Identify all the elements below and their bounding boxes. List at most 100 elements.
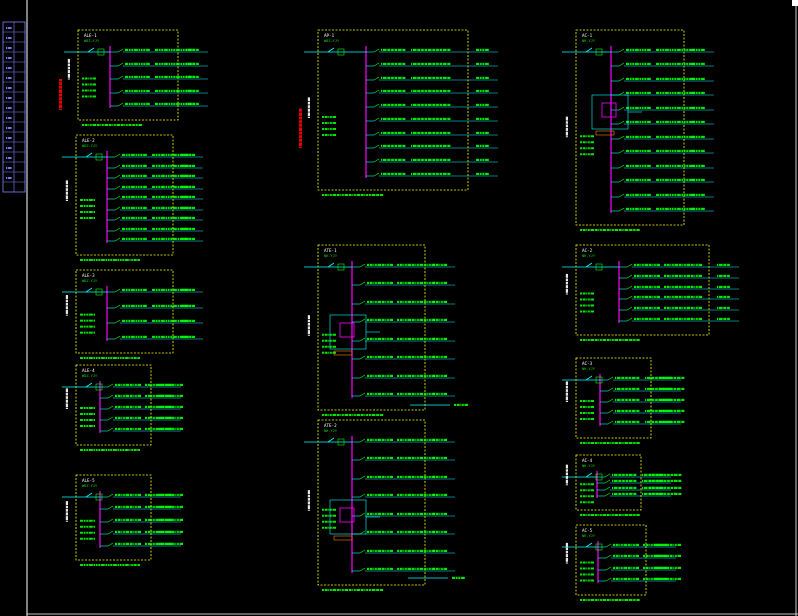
glyph bbox=[65, 310, 68, 314]
glyph bbox=[191, 304, 195, 307]
glyph bbox=[399, 512, 403, 515]
glyph bbox=[441, 456, 443, 459]
glyph bbox=[59, 79, 62, 82]
glyph bbox=[186, 102, 187, 105]
glyph bbox=[125, 427, 129, 430]
glyph bbox=[615, 577, 619, 580]
glyph bbox=[324, 351, 328, 354]
glyph bbox=[669, 48, 671, 51]
glyph bbox=[665, 376, 668, 379]
glyph bbox=[634, 306, 636, 309]
glyph bbox=[6, 117, 7, 119]
glyph bbox=[674, 48, 677, 51]
glyph bbox=[332, 589, 336, 591]
glyph bbox=[698, 178, 701, 181]
glyph bbox=[594, 442, 598, 444]
glyph bbox=[636, 339, 640, 341]
glyph bbox=[140, 102, 143, 105]
glyph bbox=[565, 389, 568, 392]
glyph bbox=[586, 412, 588, 414]
panel-parameter bbox=[80, 199, 95, 201]
glyph bbox=[622, 514, 624, 516]
glyph bbox=[618, 599, 622, 601]
glyph bbox=[439, 281, 441, 284]
glyph bbox=[191, 288, 195, 291]
glyph bbox=[171, 505, 175, 508]
glyph bbox=[376, 194, 380, 196]
glyph bbox=[439, 62, 442, 65]
glyph bbox=[635, 164, 639, 167]
glyph bbox=[429, 300, 431, 303]
glyph bbox=[633, 473, 637, 476]
glyph bbox=[476, 62, 479, 65]
glyph bbox=[65, 516, 68, 521]
glyph bbox=[122, 288, 125, 291]
glyph bbox=[580, 489, 582, 492]
glyph bbox=[565, 469, 568, 472]
glyph bbox=[656, 91, 659, 94]
glyph bbox=[122, 259, 125, 261]
glyph bbox=[328, 520, 330, 523]
glyph bbox=[417, 493, 419, 496]
glyph bbox=[443, 567, 447, 570]
glyph bbox=[375, 567, 377, 570]
glyph bbox=[429, 456, 431, 459]
glyph bbox=[377, 549, 381, 552]
glyph bbox=[147, 394, 151, 397]
glyph bbox=[376, 589, 380, 591]
glyph bbox=[664, 274, 666, 277]
glyph bbox=[135, 227, 137, 230]
glyph bbox=[143, 237, 147, 240]
glyph bbox=[117, 518, 121, 521]
glyph bbox=[83, 325, 86, 328]
glyph bbox=[636, 285, 640, 288]
glyph bbox=[673, 479, 678, 482]
glyph bbox=[332, 414, 336, 416]
incoming-tag-vertical bbox=[67, 58, 70, 80]
glyph bbox=[382, 172, 387, 175]
glyph bbox=[180, 62, 182, 65]
glyph bbox=[176, 48, 180, 51]
glyph bbox=[442, 103, 447, 106]
glyph bbox=[443, 493, 447, 496]
glyph bbox=[435, 355, 439, 358]
glyph bbox=[427, 144, 432, 147]
glyph bbox=[330, 134, 332, 136]
glyph bbox=[385, 530, 387, 533]
glyph bbox=[165, 493, 169, 496]
glyph bbox=[377, 281, 381, 284]
glyph bbox=[657, 479, 659, 482]
glyph bbox=[179, 427, 183, 430]
glyph bbox=[678, 479, 682, 482]
glyph bbox=[636, 442, 640, 444]
glyph bbox=[86, 331, 89, 334]
glyph bbox=[586, 310, 588, 313]
glyph bbox=[143, 153, 147, 156]
glyph bbox=[647, 62, 651, 65]
glyph bbox=[659, 420, 662, 423]
glyph bbox=[565, 127, 568, 131]
glyph bbox=[626, 106, 629, 109]
glyph bbox=[89, 425, 93, 427]
glyph bbox=[405, 475, 407, 478]
glyph bbox=[485, 103, 489, 106]
glyph bbox=[177, 493, 179, 496]
glyph bbox=[668, 420, 672, 423]
glyph bbox=[397, 493, 399, 496]
glyph bbox=[125, 174, 128, 177]
circuit-usage bbox=[717, 317, 730, 320]
glyph bbox=[590, 292, 594, 295]
glyph bbox=[397, 263, 399, 266]
glyph bbox=[387, 567, 389, 570]
glyph bbox=[167, 237, 170, 240]
glyph bbox=[179, 383, 183, 386]
panel-parameter bbox=[80, 205, 95, 207]
glyph bbox=[677, 164, 681, 167]
glyph bbox=[131, 102, 134, 105]
glyph bbox=[669, 120, 671, 123]
glyph bbox=[662, 398, 665, 401]
glyph bbox=[443, 300, 447, 303]
glyph bbox=[88, 83, 90, 86]
glyph bbox=[479, 172, 482, 175]
glyph bbox=[590, 567, 594, 570]
